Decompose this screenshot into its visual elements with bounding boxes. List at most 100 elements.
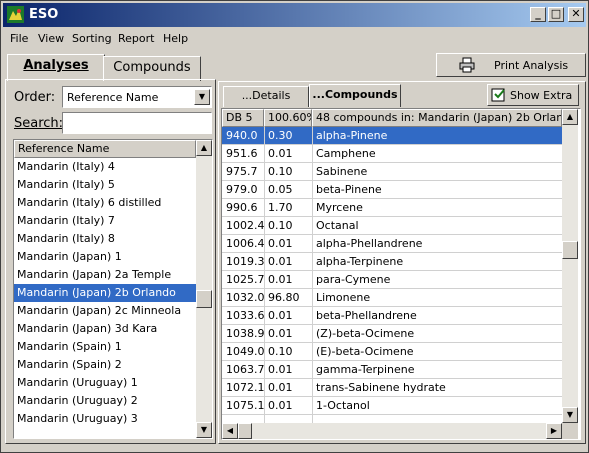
tab-compounds[interactable]: Compounds bbox=[103, 56, 201, 81]
scroll-thumb[interactable] bbox=[196, 290, 212, 308]
db5-cell: 1072.1 bbox=[226, 381, 265, 394]
db5-cell: 1025.7 bbox=[226, 273, 265, 286]
show-extra-button[interactable]: Show Extra bbox=[487, 84, 579, 106]
percent-cell: 0.01 bbox=[268, 309, 293, 322]
title-bar[interactable]: ESO _ □ ✕ bbox=[3, 3, 586, 27]
menu-bar: File View Sorting Report Help bbox=[3, 29, 586, 49]
print-analysis-button[interactable]: Print Analysis bbox=[436, 53, 586, 77]
list-item[interactable]: Mandarin (Spain) 1 bbox=[14, 338, 199, 356]
search-input[interactable] bbox=[62, 112, 212, 134]
list-item[interactable]: Mandarin (Japan) 2b Orlando bbox=[14, 284, 199, 302]
db5-cell: 1019.3 bbox=[226, 255, 265, 268]
scroll-right-icon[interactable]: ▶ bbox=[546, 423, 562, 439]
table-row[interactable]: 1072.1 0.01 trans-Sabinene hydrate bbox=[222, 379, 562, 397]
search-label: Search: bbox=[14, 116, 64, 131]
menu-help[interactable]: Help bbox=[163, 32, 188, 45]
scroll-thumb[interactable] bbox=[562, 241, 578, 259]
menu-view[interactable]: View bbox=[38, 32, 64, 45]
minimize-button[interactable]: _ bbox=[530, 7, 546, 22]
db5-cell: 1033.6 bbox=[226, 309, 265, 322]
show-extra-label: Show Extra bbox=[510, 89, 573, 102]
reference-list-scrollbar[interactable]: ▲ ▼ bbox=[196, 140, 212, 438]
compound-name-cell: gamma-Terpinene bbox=[316, 363, 415, 376]
compound-name-cell: (Z)-beta-Ocimene bbox=[316, 327, 415, 340]
tab-details[interactable]: ...Details bbox=[223, 86, 309, 107]
table-row[interactable]: 1025.7 0.01 para-Cymene bbox=[222, 271, 562, 289]
list-item[interactable]: Mandarin (Italy) 7 bbox=[14, 212, 199, 230]
compound-name-cell: 1-Octanol bbox=[316, 399, 370, 412]
compound-panel: ...Details ...Compounds Show Extra DB 5 … bbox=[218, 81, 586, 444]
list-item[interactable]: Mandarin (Uruguay) 3 bbox=[14, 410, 199, 428]
app-window: ESO _ □ ✕ File View Sorting Report Help … bbox=[0, 0, 589, 453]
col-header-db5[interactable]: DB 5 bbox=[222, 109, 264, 127]
table-row[interactable]: 951.6 0.01 Camphene bbox=[222, 145, 562, 163]
menu-sorting[interactable]: Sorting bbox=[72, 32, 112, 45]
reference-list-header[interactable]: Reference Name bbox=[14, 140, 196, 158]
order-select-value: Reference Name bbox=[67, 91, 159, 104]
list-item[interactable]: Mandarin (Uruguay) 2 bbox=[14, 392, 199, 410]
percent-cell: 0.10 bbox=[268, 219, 293, 232]
compound-name-cell: Limonene bbox=[316, 291, 371, 304]
scroll-up-icon[interactable]: ▲ bbox=[196, 140, 212, 156]
compound-name-cell: Myrcene bbox=[316, 201, 363, 214]
menu-file[interactable]: File bbox=[10, 32, 28, 45]
hscroll-thumb[interactable] bbox=[238, 423, 252, 439]
printer-icon bbox=[459, 57, 475, 76]
maximize-button[interactable]: □ bbox=[548, 7, 564, 22]
compound-table: DB 5 100.60% 48 compounds in: Mandarin (… bbox=[221, 108, 581, 440]
tab-analyses[interactable]: Analyses bbox=[7, 54, 105, 81]
scroll-up-icon[interactable]: ▲ bbox=[562, 109, 578, 125]
table-row[interactable]: 1002.4 0.10 Octanal bbox=[222, 217, 562, 235]
table-row[interactable]: 1032.0 96.80 Limonene bbox=[222, 289, 562, 307]
db5-cell: 1063.7 bbox=[226, 363, 265, 376]
compound-name-cell: alpha-Pinene bbox=[316, 129, 388, 142]
table-row[interactable]: 979.0 0.05 beta-Pinene bbox=[222, 181, 562, 199]
compound-name-cell: beta-Phellandrene bbox=[316, 309, 417, 322]
compound-name-cell: Octanal bbox=[316, 219, 359, 232]
table-row[interactable]: 1075.1 0.01 1-Octanol bbox=[222, 397, 562, 415]
percent-cell: 1.70 bbox=[268, 201, 293, 214]
percent-cell: 0.01 bbox=[268, 381, 293, 394]
table-row[interactable]: 1063.7 0.01 gamma-Terpinene bbox=[222, 361, 562, 379]
chevron-down-icon[interactable]: ▼ bbox=[194, 89, 210, 105]
table-row[interactable]: 990.6 1.70 Myrcene bbox=[222, 199, 562, 217]
db5-cell: 1049.0 bbox=[226, 345, 265, 358]
db5-cell: 990.6 bbox=[226, 201, 258, 214]
close-button[interactable]: ✕ bbox=[568, 7, 584, 22]
scroll-left-icon[interactable]: ◀ bbox=[222, 423, 238, 439]
list-item[interactable]: Mandarin (Japan) 3d Kara bbox=[14, 320, 199, 338]
table-row[interactable]: 1038.9 0.01 (Z)-beta-Ocimene bbox=[222, 325, 562, 343]
table-row[interactable]: 1019.3 0.01 alpha-Terpinene bbox=[222, 253, 562, 271]
col-header-percent[interactable]: 100.60% bbox=[264, 109, 312, 127]
percent-cell: 0.30 bbox=[268, 129, 293, 142]
scroll-corner bbox=[562, 423, 578, 439]
list-item[interactable]: Mandarin (Italy) 5 bbox=[14, 176, 199, 194]
compound-table-vscrollbar[interactable]: ▲ ▼ bbox=[562, 109, 578, 423]
list-item[interactable]: Mandarin (Japan) 2a Temple bbox=[14, 266, 199, 284]
list-item[interactable]: Mandarin (Italy) 4 bbox=[14, 158, 199, 176]
percent-cell: 0.01 bbox=[268, 237, 293, 250]
compound-name-cell: para-Cymene bbox=[316, 273, 391, 286]
percent-cell: 0.01 bbox=[268, 255, 293, 268]
table-row[interactable]: 975.7 0.10 Sabinene bbox=[222, 163, 562, 181]
table-row[interactable]: 1033.6 0.01 beta-Phellandrene bbox=[222, 307, 562, 325]
scroll-down-icon[interactable]: ▼ bbox=[562, 407, 578, 423]
list-item[interactable]: Mandarin (Uruguay) 1 bbox=[14, 374, 199, 392]
show-extra-icon bbox=[491, 87, 507, 106]
list-item[interactable]: Mandarin (Italy) 6 distilled bbox=[14, 194, 199, 212]
table-row[interactable]: 940.0 0.30 alpha-Pinene bbox=[222, 127, 562, 145]
list-item[interactable]: Mandarin (Spain) 2 bbox=[14, 356, 199, 374]
compound-table-hscrollbar[interactable]: ◀ ▶ bbox=[222, 423, 562, 439]
tab-compounds-detail[interactable]: ...Compounds bbox=[309, 84, 401, 107]
table-row[interactable]: 1049.0 0.10 (E)-beta-Ocimene bbox=[222, 343, 562, 361]
order-select[interactable]: Reference Name ▼ bbox=[62, 86, 212, 108]
scroll-down-icon[interactable]: ▼ bbox=[196, 422, 212, 438]
list-item[interactable]: Mandarin (Italy) 8 bbox=[14, 230, 199, 248]
col-header-compound[interactable]: 48 compounds in: Mandarin (Japan) 2b Orl… bbox=[312, 109, 562, 127]
menu-report[interactable]: Report bbox=[118, 32, 154, 45]
list-item[interactable]: Mandarin (Japan) 1 bbox=[14, 248, 199, 266]
list-item[interactable]: Mandarin (Japan) 2c Minneola bbox=[14, 302, 199, 320]
table-row[interactable]: 1006.4 0.01 alpha-Phellandrene bbox=[222, 235, 562, 253]
compound-name-cell: alpha-Phellandrene bbox=[316, 237, 423, 250]
percent-cell: 96.80 bbox=[268, 291, 300, 304]
